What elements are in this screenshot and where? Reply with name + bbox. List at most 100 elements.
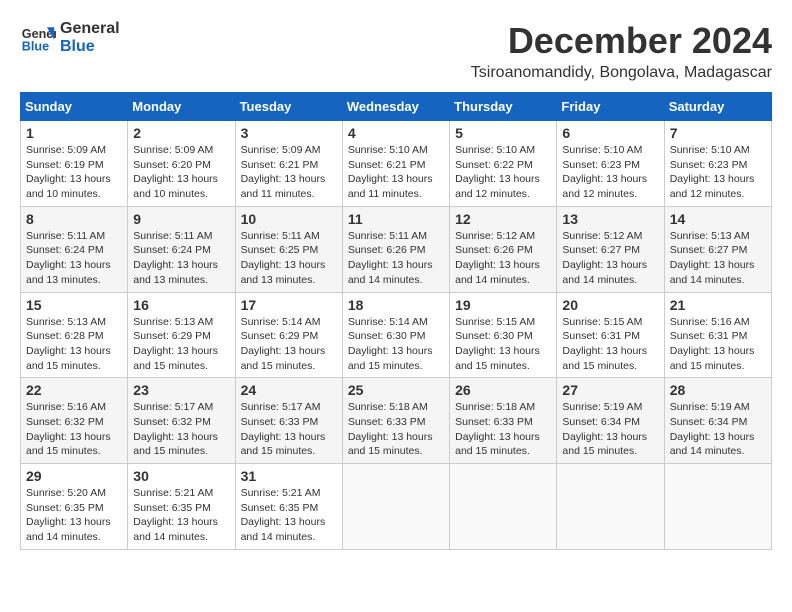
- day-info: Sunrise: 5:10 AMSunset: 6:23 PMDaylight:…: [670, 143, 766, 202]
- calendar-cell: 8 Sunrise: 5:11 AMSunset: 6:24 PMDaylight…: [21, 206, 128, 292]
- calendar-cell: 27 Sunrise: 5:19 AMSunset: 6:34 PMDayligh…: [557, 378, 664, 464]
- day-number: 12: [455, 211, 551, 227]
- day-info: Sunrise: 5:10 AMSunset: 6:22 PMDaylight:…: [455, 143, 551, 202]
- day-number: 24: [241, 382, 337, 398]
- day-number: 16: [133, 297, 229, 313]
- calendar-cell: 22 Sunrise: 5:16 AMSunset: 6:32 PMDayligh…: [21, 378, 128, 464]
- day-number: 21: [670, 297, 766, 313]
- calendar-cell: 5Sunrise: 5:10 AMSunset: 6:22 PMDaylight…: [450, 121, 557, 207]
- calendar-cell: 12 Sunrise: 5:12 AMSunset: 6:26 PMDayligh…: [450, 206, 557, 292]
- day-info: Sunrise: 5:12 AMSunset: 6:27 PMDaylight:…: [562, 229, 658, 288]
- day-number: 26: [455, 382, 551, 398]
- day-number: 17: [241, 297, 337, 313]
- logo-general: General: [60, 20, 120, 38]
- day-number: 6: [562, 125, 658, 141]
- day-info: Sunrise: 5:11 AMSunset: 6:24 PMDaylight:…: [133, 229, 229, 288]
- calendar-header-row: SundayMondayTuesdayWednesdayThursdayFrid…: [21, 93, 772, 121]
- calendar-week-row: 29 Sunrise: 5:20 AMSunset: 6:35 PMDayligh…: [21, 464, 772, 550]
- day-info: Sunrise: 5:20 AMSunset: 6:35 PMDaylight:…: [26, 486, 122, 545]
- calendar-cell: 26Sunrise: 5:18 AMSunset: 6:33 PMDayligh…: [450, 378, 557, 464]
- calendar-cell: 14 Sunrise: 5:13 AMSunset: 6:27 PMDayligh…: [664, 206, 771, 292]
- calendar-cell: 10 Sunrise: 5:11 AMSunset: 6:25 PMDayligh…: [235, 206, 342, 292]
- calendar-cell: 29 Sunrise: 5:20 AMSunset: 6:35 PMDayligh…: [21, 464, 128, 550]
- calendar-cell: 24 Sunrise: 5:17 AMSunset: 6:33 PMDayligh…: [235, 378, 342, 464]
- day-number: 19: [455, 297, 551, 313]
- day-number: 7: [670, 125, 766, 141]
- month-title: December 2024: [471, 20, 772, 62]
- day-number: 10: [241, 211, 337, 227]
- day-number: 8: [26, 211, 122, 227]
- weekday-header-monday: Monday: [128, 93, 235, 121]
- day-info: Sunrise: 5:11 AMSunset: 6:24 PMDaylight:…: [26, 229, 122, 288]
- day-info: Sunrise: 5:09 AMSunset: 6:21 PMDaylight:…: [241, 143, 337, 202]
- day-number: 25: [348, 382, 444, 398]
- calendar-cell: 7 Sunrise: 5:10 AMSunset: 6:23 PMDaylight…: [664, 121, 771, 207]
- calendar-week-row: 15Sunrise: 5:13 AMSunset: 6:28 PMDayligh…: [21, 292, 772, 378]
- day-info: Sunrise: 5:11 AMSunset: 6:26 PMDaylight:…: [348, 229, 444, 288]
- day-info: Sunrise: 5:14 AMSunset: 6:29 PMDaylight:…: [241, 315, 337, 374]
- calendar-week-row: 22 Sunrise: 5:16 AMSunset: 6:32 PMDayligh…: [21, 378, 772, 464]
- weekday-header-friday: Friday: [557, 93, 664, 121]
- calendar-cell: 31 Sunrise: 5:21 AMSunset: 6:35 PMDayligh…: [235, 464, 342, 550]
- calendar-cell: 18Sunrise: 5:14 AMSunset: 6:30 PMDayligh…: [342, 292, 449, 378]
- day-info: Sunrise: 5:09 AMSunset: 6:20 PMDaylight:…: [133, 143, 229, 202]
- day-number: 29: [26, 468, 122, 484]
- calendar-cell: 1Sunrise: 5:09 AMSunset: 6:19 PMDaylight…: [21, 121, 128, 207]
- calendar-cell: 20 Sunrise: 5:15 AMSunset: 6:31 PMDayligh…: [557, 292, 664, 378]
- weekday-header-wednesday: Wednesday: [342, 93, 449, 121]
- calendar-cell: 11 Sunrise: 5:11 AMSunset: 6:26 PMDayligh…: [342, 206, 449, 292]
- day-info: Sunrise: 5:17 AMSunset: 6:33 PMDaylight:…: [241, 400, 337, 459]
- day-info: Sunrise: 5:21 AMSunset: 6:35 PMDaylight:…: [241, 486, 337, 545]
- day-info: Sunrise: 5:13 AMSunset: 6:29 PMDaylight:…: [133, 315, 229, 374]
- calendar-cell: 13 Sunrise: 5:12 AMSunset: 6:27 PMDayligh…: [557, 206, 664, 292]
- day-number: 31: [241, 468, 337, 484]
- logo-blue: Blue: [60, 38, 120, 56]
- day-info: Sunrise: 5:16 AMSunset: 6:31 PMDaylight:…: [670, 315, 766, 374]
- calendar-cell: [450, 464, 557, 550]
- day-number: 22: [26, 382, 122, 398]
- day-number: 1: [26, 125, 122, 141]
- weekday-header-tuesday: Tuesday: [235, 93, 342, 121]
- day-info: Sunrise: 5:13 AMSunset: 6:28 PMDaylight:…: [26, 315, 122, 374]
- day-number: 11: [348, 211, 444, 227]
- day-number: 30: [133, 468, 229, 484]
- calendar-cell: 28Sunrise: 5:19 AMSunset: 6:34 PMDayligh…: [664, 378, 771, 464]
- calendar-cell: 16 Sunrise: 5:13 AMSunset: 6:29 PMDayligh…: [128, 292, 235, 378]
- calendar-week-row: 1Sunrise: 5:09 AMSunset: 6:19 PMDaylight…: [21, 121, 772, 207]
- day-number: 27: [562, 382, 658, 398]
- calendar-cell: 2 Sunrise: 5:09 AMSunset: 6:20 PMDaylight…: [128, 121, 235, 207]
- day-info: Sunrise: 5:12 AMSunset: 6:26 PMDaylight:…: [455, 229, 551, 288]
- weekday-header-sunday: Sunday: [21, 93, 128, 121]
- day-number: 20: [562, 297, 658, 313]
- day-info: Sunrise: 5:19 AMSunset: 6:34 PMDaylight:…: [562, 400, 658, 459]
- calendar-cell: 15Sunrise: 5:13 AMSunset: 6:28 PMDayligh…: [21, 292, 128, 378]
- day-info: Sunrise: 5:14 AMSunset: 6:30 PMDaylight:…: [348, 315, 444, 374]
- day-info: Sunrise: 5:17 AMSunset: 6:32 PMDaylight:…: [133, 400, 229, 459]
- weekday-header-saturday: Saturday: [664, 93, 771, 121]
- day-number: 14: [670, 211, 766, 227]
- page-header: General Blue General Blue December 2024 …: [20, 20, 772, 82]
- day-number: 23: [133, 382, 229, 398]
- day-info: Sunrise: 5:15 AMSunset: 6:31 PMDaylight:…: [562, 315, 658, 374]
- svg-text:Blue: Blue: [22, 40, 49, 54]
- day-info: Sunrise: 5:16 AMSunset: 6:32 PMDaylight:…: [26, 400, 122, 459]
- calendar-cell: 17 Sunrise: 5:14 AMSunset: 6:29 PMDayligh…: [235, 292, 342, 378]
- calendar-cell: 30 Sunrise: 5:21 AMSunset: 6:35 PMDayligh…: [128, 464, 235, 550]
- day-number: 4: [348, 125, 444, 141]
- day-number: 2: [133, 125, 229, 141]
- day-info: Sunrise: 5:11 AMSunset: 6:25 PMDaylight:…: [241, 229, 337, 288]
- calendar-cell: 21 Sunrise: 5:16 AMSunset: 6:31 PMDayligh…: [664, 292, 771, 378]
- day-info: Sunrise: 5:10 AMSunset: 6:23 PMDaylight:…: [562, 143, 658, 202]
- day-number: 13: [562, 211, 658, 227]
- day-info: Sunrise: 5:13 AMSunset: 6:27 PMDaylight:…: [670, 229, 766, 288]
- calendar-table: SundayMondayTuesdayWednesdayThursdayFrid…: [20, 92, 772, 550]
- calendar-cell: 4Sunrise: 5:10 AMSunset: 6:21 PMDaylight…: [342, 121, 449, 207]
- calendar-cell: 19Sunrise: 5:15 AMSunset: 6:30 PMDayligh…: [450, 292, 557, 378]
- location-title: Tsiroanomandidy, Bongolava, Madagascar: [471, 64, 772, 82]
- day-info: Sunrise: 5:19 AMSunset: 6:34 PMDaylight:…: [670, 400, 766, 459]
- day-info: Sunrise: 5:21 AMSunset: 6:35 PMDaylight:…: [133, 486, 229, 545]
- calendar-cell: 6 Sunrise: 5:10 AMSunset: 6:23 PMDaylight…: [557, 121, 664, 207]
- title-section: December 2024 Tsiroanomandidy, Bongolava…: [471, 20, 772, 82]
- calendar-week-row: 8 Sunrise: 5:11 AMSunset: 6:24 PMDaylight…: [21, 206, 772, 292]
- day-number: 3: [241, 125, 337, 141]
